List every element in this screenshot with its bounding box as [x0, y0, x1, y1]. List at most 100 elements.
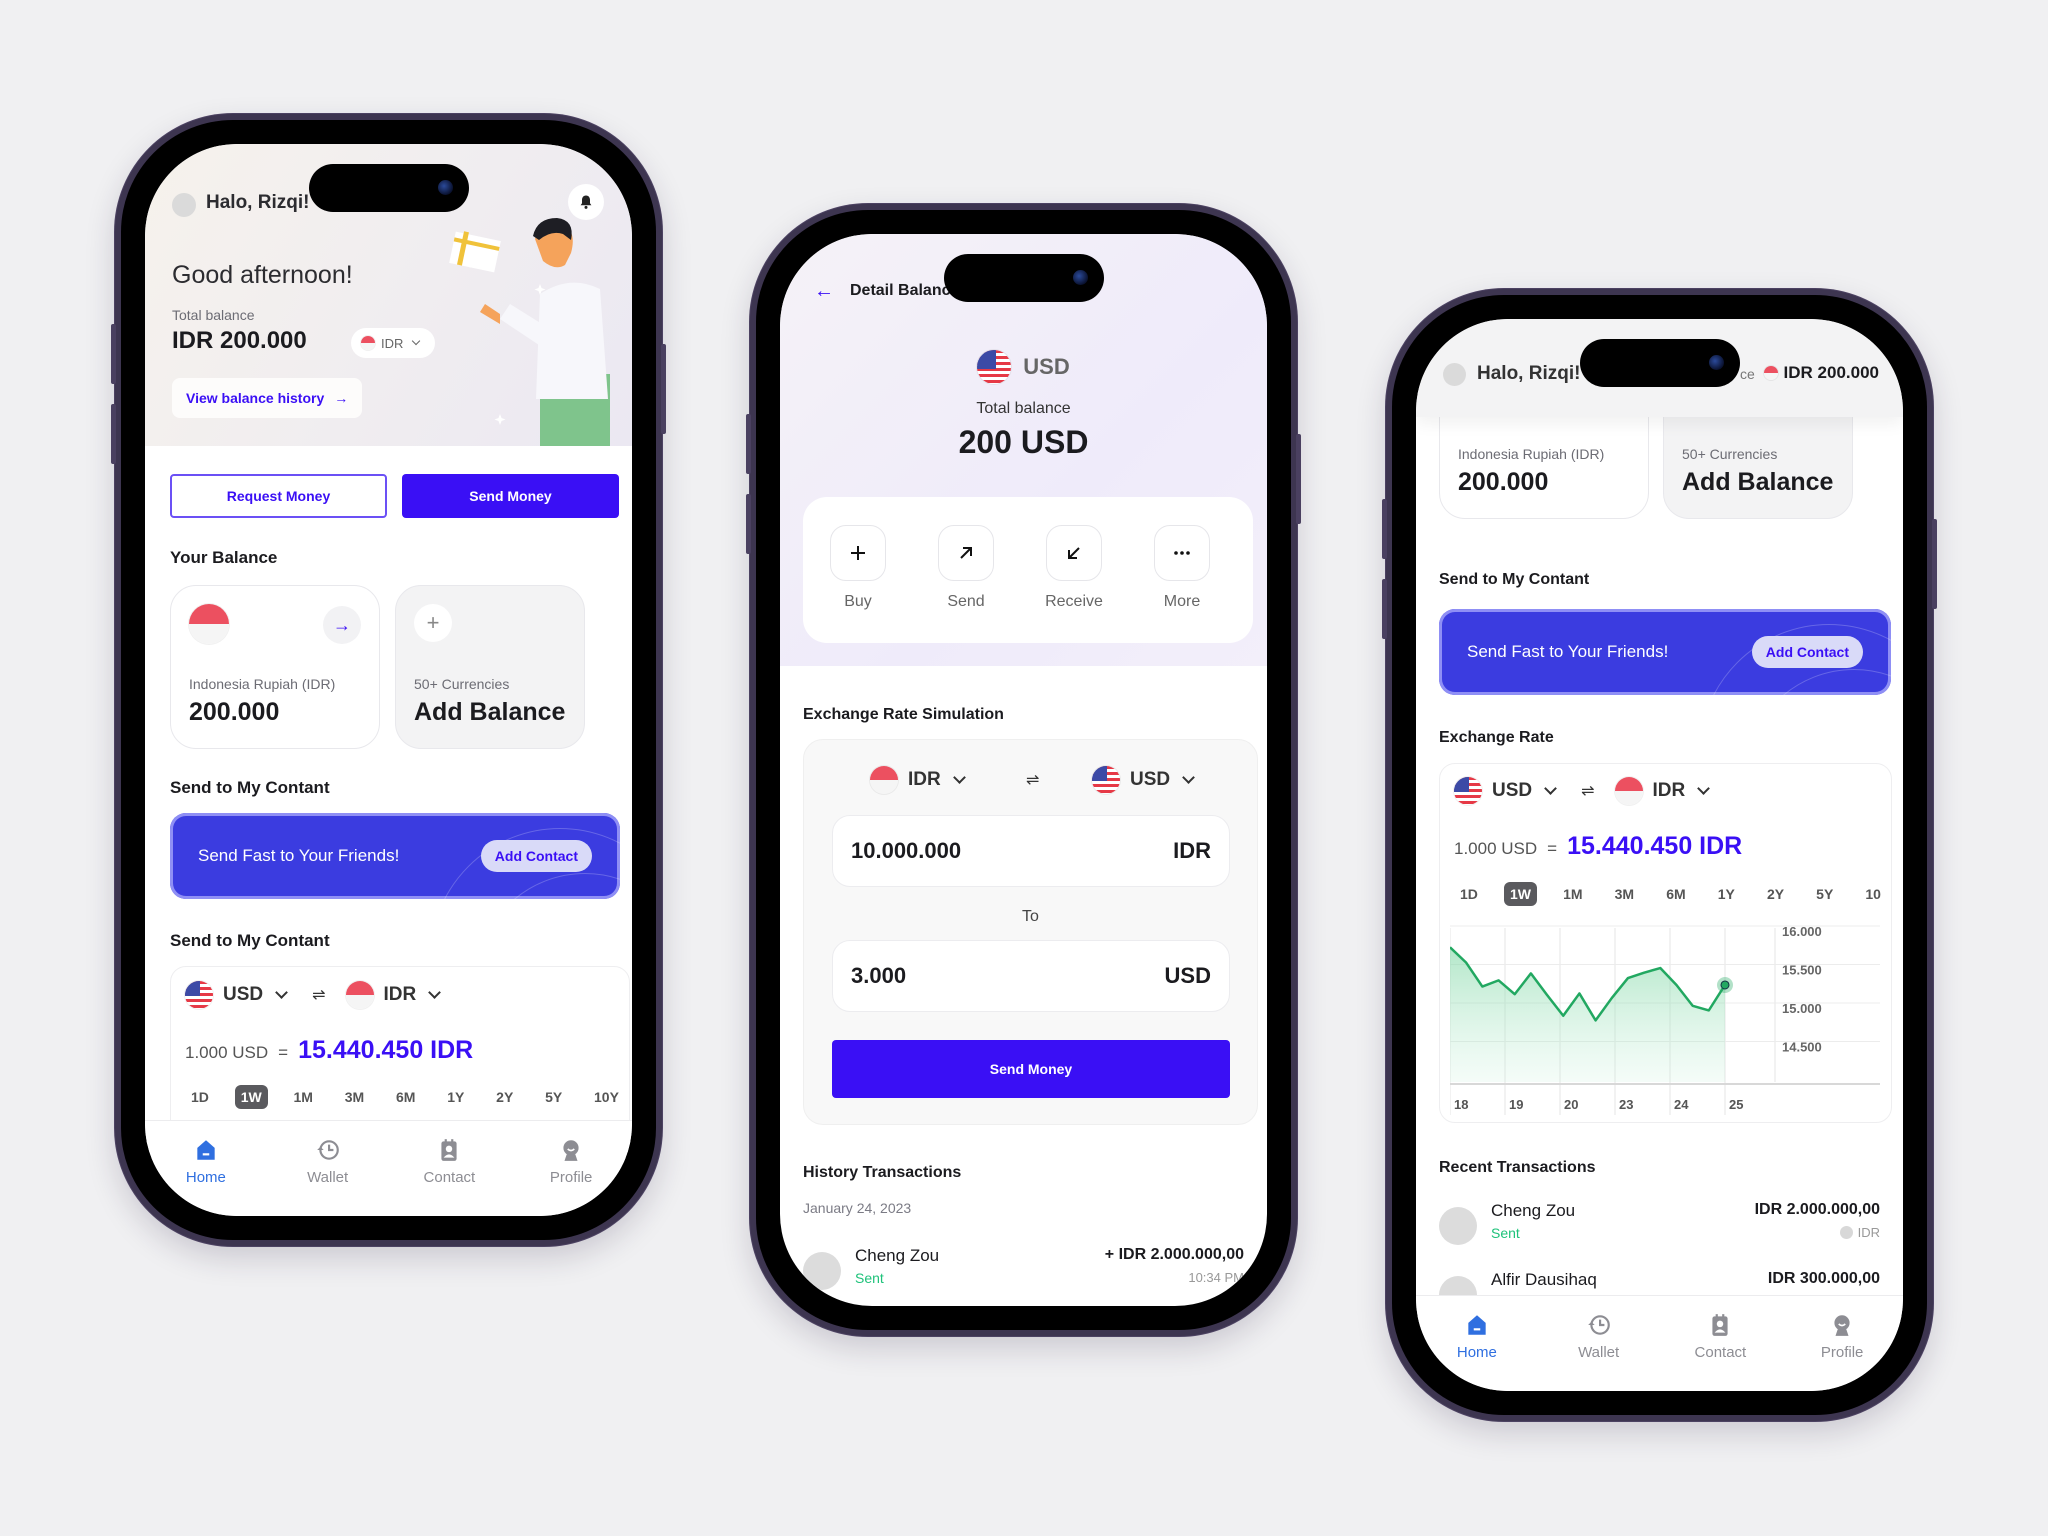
avatar	[1439, 1207, 1477, 1245]
tab-wallet[interactable]: Wallet	[1554, 1312, 1644, 1391]
range-tab-1d[interactable]: 1D	[1454, 882, 1484, 906]
rate-base: 1.000 USD	[185, 1043, 269, 1062]
x-tick-label: 23	[1619, 1097, 1633, 1112]
currency-selector[interactable]: IDR	[351, 328, 436, 358]
avatar	[803, 1252, 841, 1290]
tab-home[interactable]: Home	[161, 1137, 251, 1216]
x-tick-label: 24	[1674, 1097, 1689, 1112]
to-currency-select[interactable]: IDR	[1653, 780, 1686, 802]
add-contact-button[interactable]: Add Contact	[480, 840, 592, 872]
tab-profile[interactable]: Profile	[1797, 1312, 1887, 1391]
tab-contact[interactable]: Contact	[404, 1137, 494, 1216]
open-balance-button[interactable]: →	[323, 606, 361, 644]
rate-value: 15.440.450 IDR	[1567, 832, 1743, 860]
sim-to-select[interactable]: USD	[1130, 769, 1170, 791]
action-button-box[interactable]	[1046, 525, 1102, 581]
transaction-row[interactable]: Cheng Zou Sent + IDR 2.000.000,00 10:34 …	[803, 1246, 1244, 1306]
range-tab-6m[interactable]: 6M	[1660, 882, 1691, 906]
avatar[interactable]	[1443, 363, 1466, 386]
id-flag-icon	[870, 766, 898, 794]
phone-home-scrolled: → Indonesia Rupiah (IDR) 200.000 + 50+ C…	[1382, 289, 1937, 1421]
history-icon	[1587, 1315, 1610, 1335]
home-icon	[197, 1140, 215, 1160]
screen-detail: ← Detail Balance USD Total balance 200 U…	[780, 234, 1267, 1306]
area-fill	[1450, 947, 1725, 1082]
your-balance-title: Your Balance	[170, 548, 278, 567]
action-more[interactable]: More	[1137, 525, 1227, 611]
total-balance-label: Total balance	[172, 307, 255, 323]
add-contact-button[interactable]: Add Contact	[1751, 636, 1863, 668]
range-tab-10y[interactable]: 10Y	[588, 1085, 625, 1109]
action-button-box[interactable]	[830, 525, 886, 581]
range-tab-1y[interactable]: 1Y	[441, 1085, 470, 1109]
range-tab-6m[interactable]: 6M	[390, 1085, 421, 1109]
profile-icon	[1834, 1315, 1850, 1336]
action-label: Buy	[844, 593, 872, 610]
range-tab-1d[interactable]: 1D	[185, 1085, 215, 1109]
tab-profile[interactable]: Profile	[526, 1137, 616, 1216]
range-tabs: 1D 1W 1M 3M 6M 1Y 2Y 5Y 10	[1454, 882, 1887, 906]
tab-contact[interactable]: Contact	[1675, 1312, 1765, 1391]
range-tab-5y[interactable]: 5Y	[539, 1085, 568, 1109]
back-button[interactable]: ←	[814, 280, 834, 303]
y-tick-label: 15.500	[1782, 963, 1822, 978]
view-balance-history-button[interactable]: View balance history →	[172, 378, 363, 418]
to-amount-input[interactable]: 3.000 USD	[832, 940, 1230, 1012]
range-tab-3m[interactable]: 3M	[339, 1085, 370, 1109]
x-tick-label: 18	[1454, 1097, 1468, 1112]
tab-label: Wallet	[1578, 1344, 1620, 1361]
us-flag-icon	[185, 981, 213, 1009]
total-balance-value: 200 USD	[958, 424, 1089, 460]
send-fast-banner: Send Fast to Your Friends! Add Contact	[1439, 609, 1891, 695]
to-currency-select[interactable]: IDR	[384, 984, 417, 1006]
action-button-box[interactable]	[1154, 525, 1210, 581]
action-send[interactable]: Send	[921, 525, 1011, 611]
swap-icon[interactable]: ⇌	[312, 985, 325, 1005]
action-receive[interactable]: Receive	[1029, 525, 1119, 611]
send-money-button[interactable]: Send Money	[402, 474, 619, 518]
sim-from-select[interactable]: IDR	[908, 769, 941, 791]
tab-bar: Home Wallet Contact Profile	[145, 1120, 632, 1216]
balance-card-idr[interactable]: → Indonesia Rupiah (IDR) 200.000	[170, 585, 380, 749]
greeting: Halo, Rizqi!	[1477, 363, 1581, 384]
exchange-title: Send to My Contant	[170, 931, 330, 950]
range-tab-1w[interactable]: 1W	[234, 1085, 268, 1109]
x-tick-label: 19	[1509, 1097, 1523, 1112]
range-tab-2y[interactable]: 2Y	[490, 1085, 519, 1109]
range-tab-10[interactable]: 10	[1859, 882, 1887, 906]
history-title: History Transactions	[803, 1164, 962, 1181]
avatar[interactable]	[172, 193, 196, 217]
tab-bar: Home Wallet Contact Profile	[1416, 1295, 1903, 1391]
tab-wallet[interactable]: Wallet	[283, 1137, 373, 1216]
range-tab-2y[interactable]: 2Y	[1761, 882, 1790, 906]
send-money-button[interactable]: Send Money	[832, 1040, 1230, 1098]
range-tab-3m[interactable]: 3M	[1609, 882, 1640, 906]
range-tab-1m[interactable]: 1M	[1557, 882, 1588, 906]
swap-icon[interactable]: ⇌	[1581, 781, 1594, 801]
from-amount-input[interactable]: 10.000.000 IDR	[832, 815, 1230, 887]
range-tab-1y[interactable]: 1Y	[1712, 882, 1741, 906]
add-balance-card[interactable]: + 50+ Currencies Add Balance	[395, 585, 585, 749]
y-tick-label: 16.000	[1782, 924, 1822, 939]
request-money-button[interactable]: Request Money	[170, 474, 387, 518]
greeting: Halo, Rizqi!	[206, 192, 310, 213]
from-currency-select[interactable]: USD	[1492, 780, 1532, 802]
from-currency-select[interactable]: USD	[223, 984, 263, 1006]
contact-icon	[441, 1139, 457, 1161]
x-tick-label: 25	[1729, 1097, 1743, 1112]
profile-icon	[563, 1140, 579, 1161]
range-tab-5y[interactable]: 5Y	[1810, 882, 1839, 906]
plus-icon: +	[414, 604, 452, 642]
action-buy[interactable]: Buy	[813, 525, 903, 611]
tab-label: Home	[185, 1169, 226, 1186]
header-balance-label: ce	[1740, 366, 1755, 382]
action-button-box[interactable]	[938, 525, 994, 581]
screen-home-scrolled: → Indonesia Rupiah (IDR) 200.000 + 50+ C…	[1416, 319, 1903, 1391]
id-flag-icon	[1763, 366, 1778, 380]
range-tab-1m[interactable]: 1M	[288, 1085, 319, 1109]
swap-icon[interactable]: ⇌	[1026, 770, 1039, 790]
transaction-row[interactable]: Cheng Zou Sent IDR 2.000.000,00 IDR	[1439, 1201, 1880, 1261]
range-tab-1w[interactable]: 1W	[1504, 882, 1537, 906]
tab-home[interactable]: Home	[1432, 1312, 1522, 1391]
id-flag-icon	[345, 981, 374, 1009]
